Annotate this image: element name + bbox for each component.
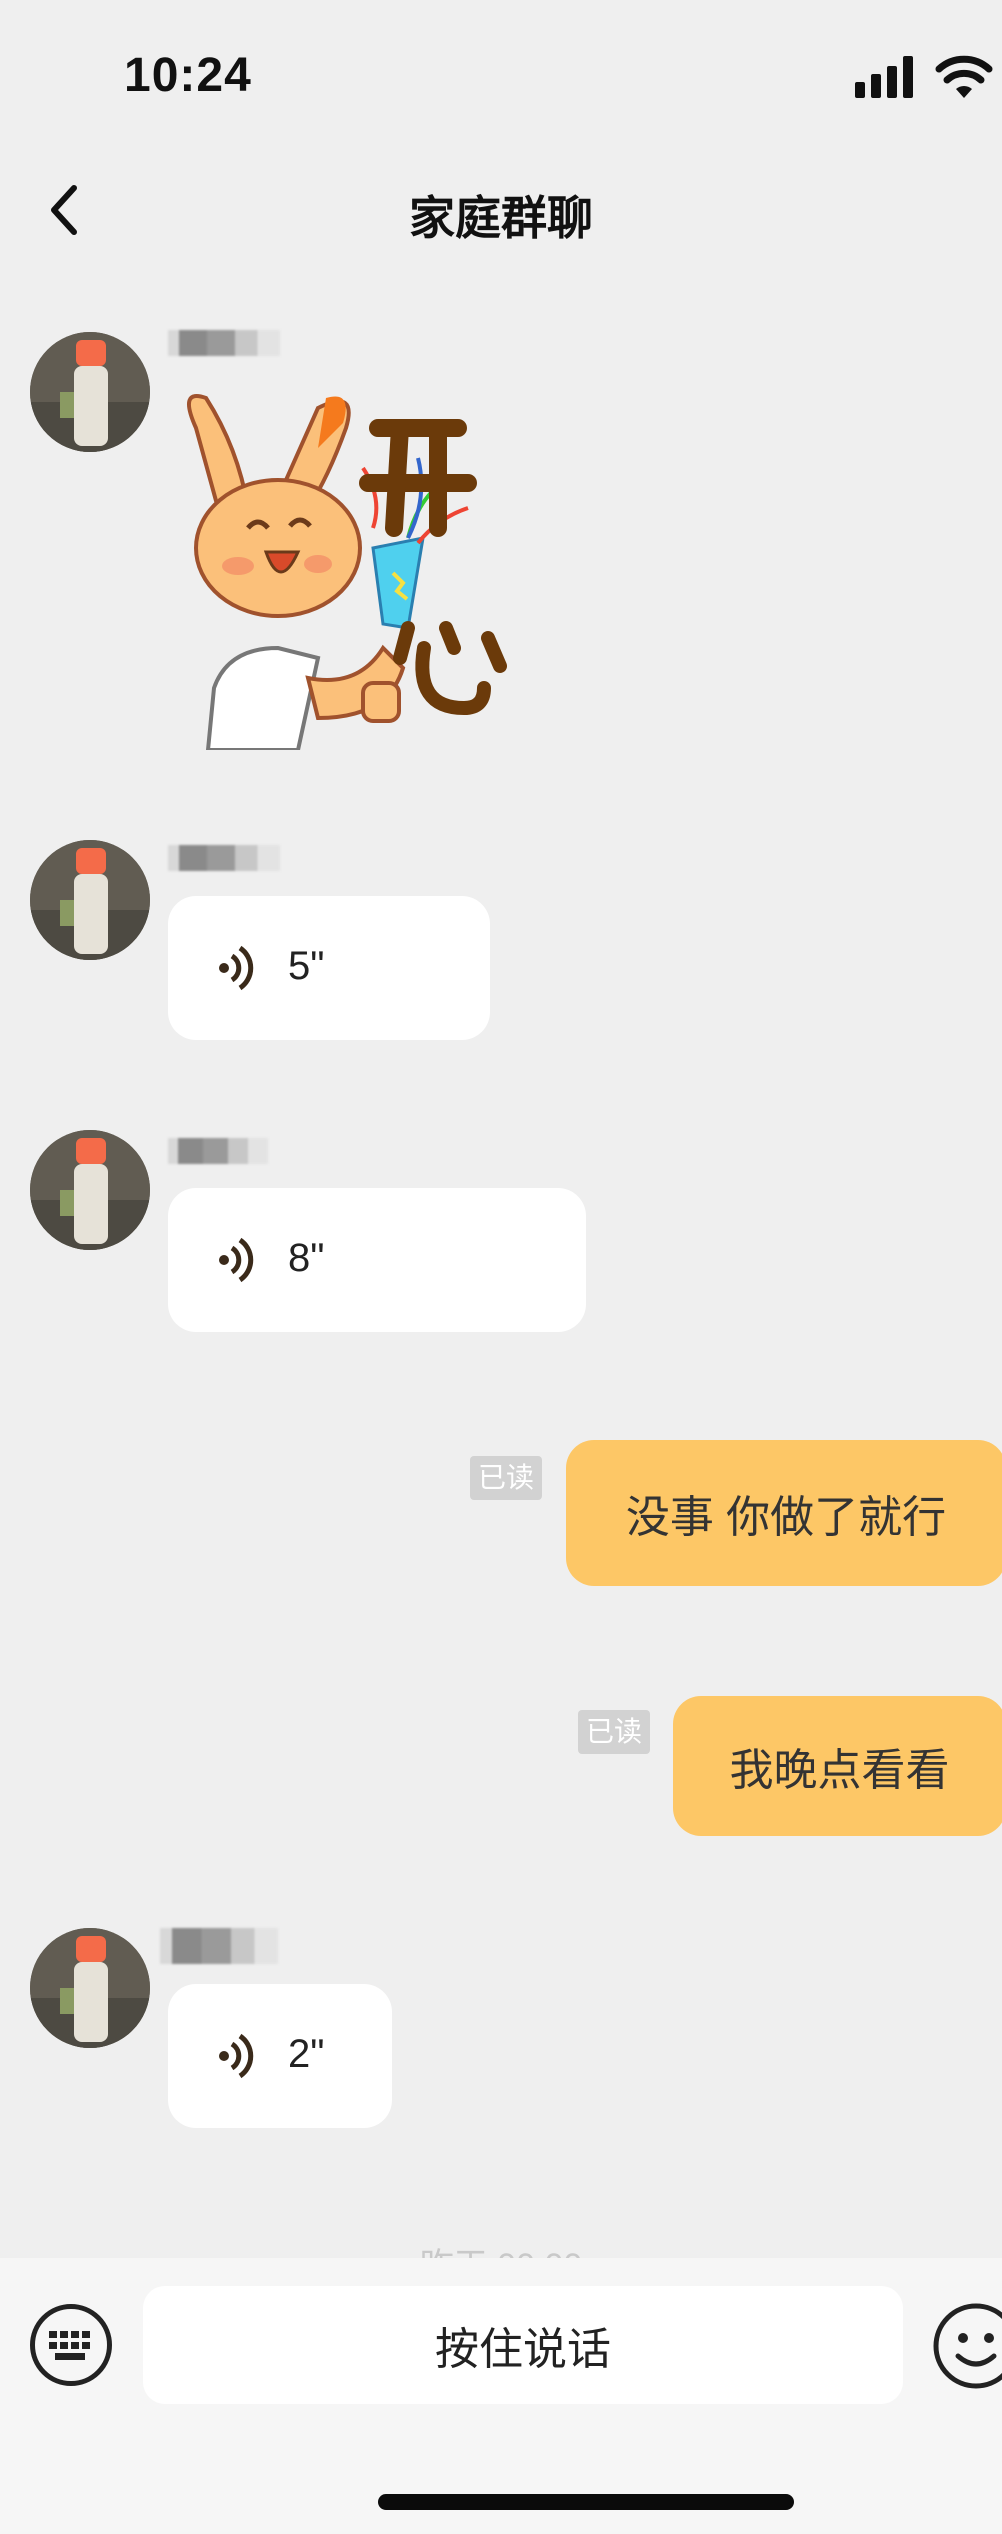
- status-bar: 10:24: [0, 0, 1002, 150]
- voice-duration: 8": [288, 1236, 325, 1280]
- emoji-icon[interactable]: [932, 2302, 1002, 2390]
- chat-title: 家庭群聊: [409, 192, 593, 244]
- home-indicator: [378, 2494, 794, 2510]
- voice-wave-icon: [219, 945, 254, 991]
- sender-name: [168, 1138, 268, 1164]
- read-badge: 已读: [578, 1710, 651, 1754]
- avatar[interactable]: [30, 1130, 150, 1250]
- voice-wave-icon: [219, 2033, 254, 2079]
- voice-message[interactable]: 2": [168, 1984, 392, 2128]
- avatar[interactable]: [30, 1928, 150, 2048]
- hold-to-talk-button[interactable]: 按住说话: [143, 2286, 903, 2404]
- keyboard-icon[interactable]: [30, 2304, 112, 2386]
- signal-icon: [855, 56, 913, 98]
- sender-name: [168, 845, 280, 871]
- status-time: 10:24: [124, 49, 252, 102]
- voice-message[interactable]: 8": [168, 1188, 586, 1332]
- sender-name: [160, 1928, 278, 1964]
- voice-wave-icon: [219, 1237, 254, 1283]
- wifi-icon: [935, 55, 993, 98]
- sender-name: [168, 330, 280, 356]
- sticker-image[interactable]: [168, 388, 528, 750]
- read-badge: 已读: [470, 1456, 543, 1500]
- voice-message[interactable]: 5": [168, 896, 490, 1040]
- voice-duration: 2": [288, 2032, 325, 2076]
- outgoing-message[interactable]: 没事 你做了就行: [566, 1440, 1002, 1586]
- avatar[interactable]: [30, 332, 150, 452]
- outgoing-message[interactable]: 我晚点看看: [673, 1696, 1002, 1836]
- voice-duration: 5": [288, 944, 325, 988]
- avatar[interactable]: [30, 840, 150, 960]
- nav-bar: 家庭群聊: [0, 150, 1002, 270]
